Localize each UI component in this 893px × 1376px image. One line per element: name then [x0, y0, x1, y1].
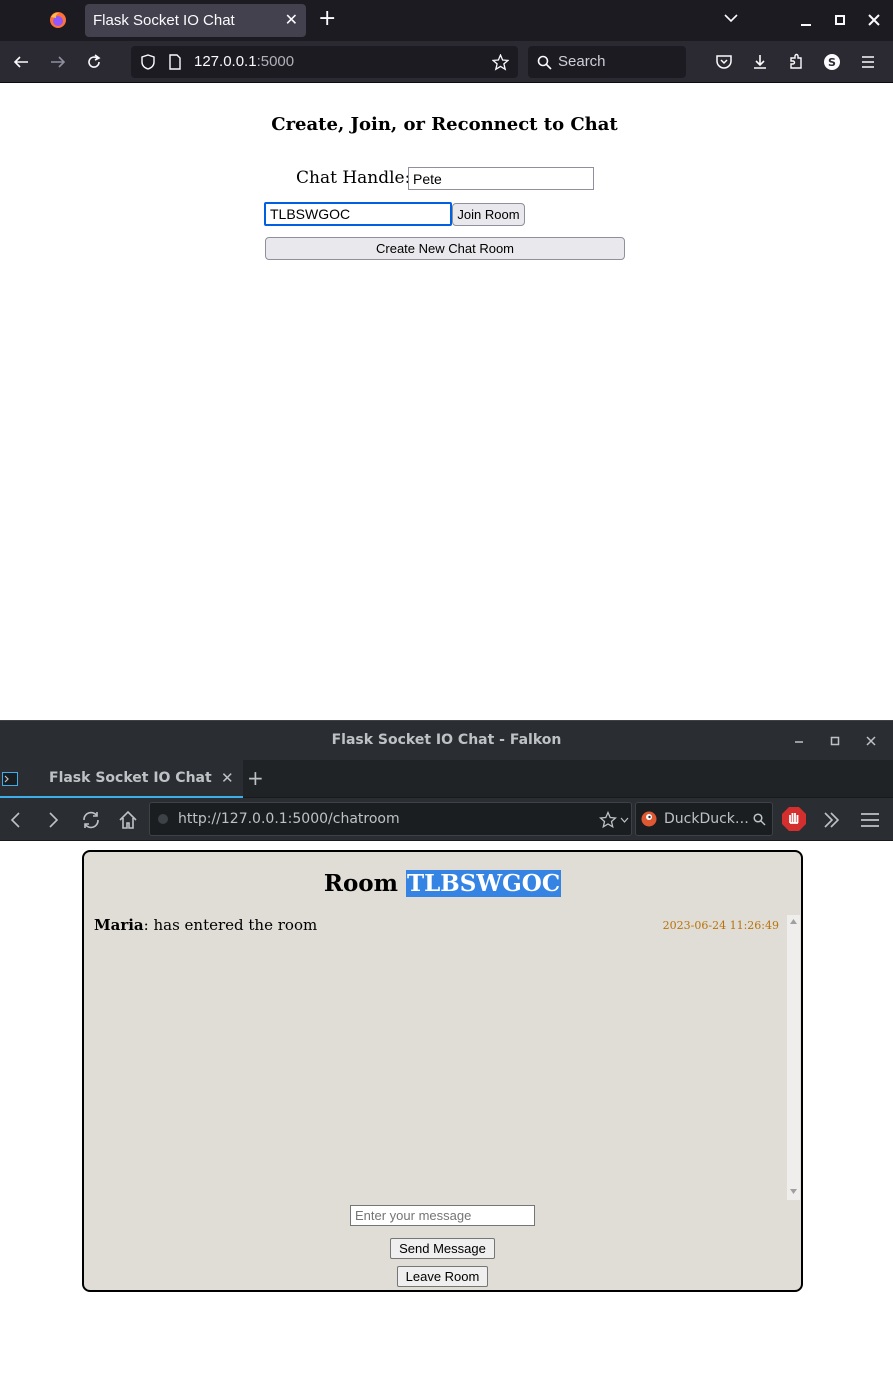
maximize-icon[interactable] [832, 10, 848, 30]
search-engine-label: DuckDuck… [664, 811, 749, 827]
tab-close-icon[interactable]: ✕ [221, 769, 234, 787]
menu-icon[interactable] [859, 809, 881, 831]
close-icon[interactable] [863, 733, 879, 749]
new-tab-icon[interactable]: + [247, 768, 264, 788]
falkon-window: Flask Socket IO Chat - Falkon Flask Sock… [0, 720, 893, 1376]
tab-close-icon[interactable]: ✕ [285, 10, 298, 29]
search-bar[interactable]: DuckDuck… [635, 802, 773, 836]
site-info-icon[interactable] [157, 813, 169, 825]
shield-icon[interactable] [140, 54, 156, 70]
create-room-button[interactable]: Create New Chat Room [265, 237, 625, 260]
minimize-icon[interactable] [791, 733, 807, 749]
search-bar[interactable]: Search [528, 46, 686, 78]
account-icon[interactable]: S [823, 53, 841, 71]
room-code-input[interactable] [264, 202, 452, 226]
message-body: : has entered the room [143, 916, 318, 934]
home-icon[interactable] [117, 809, 139, 831]
bookmark-star-icon[interactable] [492, 54, 509, 71]
page-icon[interactable] [168, 54, 182, 70]
url-bar[interactable]: http://127.0.0.1:5000/chatroom [149, 802, 632, 836]
url-text: 127.0.0.1:5000 [194, 53, 295, 70]
back-arrow-icon[interactable] [12, 53, 30, 71]
search-icon [537, 55, 552, 70]
falkon-page: Room TLBSWGOC Maria: has entered the roo… [0, 842, 893, 1376]
chevron-down-icon[interactable] [620, 816, 629, 824]
tab-flask-chat[interactable]: Flask Socket IO Chat ✕ [0, 760, 243, 798]
window-title: Flask Socket IO Chat - Falkon [331, 732, 562, 748]
scroll-up-icon[interactable] [789, 918, 798, 925]
chat-handle-label: Chat Handle: [296, 168, 411, 188]
duckduckgo-icon [641, 811, 657, 827]
room-prefix: Room [323, 870, 398, 897]
send-message-button[interactable]: Send Message [390, 1238, 495, 1259]
firefox-nav-bar: 127.0.0.1:5000 Search S [0, 41, 893, 83]
forward-arrow-icon[interactable] [42, 809, 64, 831]
firefox-window: Flask Socket IO Chat ✕ + 127.0.0.1:5000 … [0, 0, 893, 720]
message-text: Maria: has entered the room [94, 916, 317, 934]
join-room-button[interactable]: Join Room [452, 203, 525, 226]
url-bar[interactable]: 127.0.0.1:5000 [131, 46, 518, 78]
terminal-favicon-icon [2, 772, 18, 786]
message-timestamp: 2023-06-24 11:26:49 [662, 919, 779, 932]
minimize-icon[interactable] [798, 10, 814, 30]
falkon-nav-bar: http://127.0.0.1:5000/chatroom DuckDuck… [0, 798, 893, 841]
falkon-title-bar: Flask Socket IO Chat - Falkon [0, 720, 893, 760]
chat-handle-input[interactable] [408, 167, 594, 190]
firefox-tab-bar: Flask Socket IO Chat ✕ + [0, 0, 893, 41]
menu-icon[interactable] [859, 53, 877, 71]
list-item: Maria: has entered the room 2023-06-24 1… [90, 915, 787, 937]
message-input[interactable] [350, 1205, 535, 1226]
pocket-icon[interactable] [715, 53, 733, 71]
svg-text:S: S [828, 56, 836, 69]
firefox-page: Create, Join, or Reconnect to Chat Chat … [0, 84, 893, 720]
close-icon[interactable] [866, 10, 882, 30]
double-chevron-right-icon[interactable] [820, 809, 842, 831]
firefox-logo-icon [50, 12, 66, 28]
bookmark-star-icon[interactable] [599, 811, 617, 829]
page-heading: Create, Join, or Reconnect to Chat [271, 114, 618, 135]
url-text: http://127.0.0.1:5000/chatroom [178, 811, 400, 827]
new-tab-icon[interactable]: + [318, 8, 336, 30]
tab-title: Flask Socket IO Chat [49, 770, 212, 786]
maximize-icon[interactable] [827, 733, 843, 749]
message-scrollbar[interactable] [787, 915, 800, 1200]
chat-container: Room TLBSWGOC Maria: has entered the roo… [82, 850, 803, 1292]
message-list[interactable]: Maria: has entered the room 2023-06-24 1… [90, 915, 787, 1200]
search-placeholder: Search [558, 53, 606, 70]
room-heading: Room TLBSWGOC [84, 870, 801, 897]
extensions-icon[interactable] [787, 53, 805, 71]
scroll-down-icon[interactable] [789, 1188, 798, 1195]
back-arrow-icon[interactable] [5, 809, 27, 831]
tab-flask-chat[interactable]: Flask Socket IO Chat ✕ [85, 4, 306, 37]
falkon-tab-bar: Flask Socket IO Chat ✕ + [0, 760, 893, 798]
download-icon[interactable] [751, 53, 769, 71]
leave-room-button[interactable]: Leave Room [397, 1266, 488, 1287]
reload-icon[interactable] [80, 809, 102, 831]
message-user: Maria [94, 916, 144, 934]
forward-arrow-icon[interactable] [49, 53, 67, 71]
room-code-selected: TLBSWGOC [406, 870, 562, 897]
adblock-icon[interactable] [781, 806, 807, 832]
chevron-down-icon[interactable] [723, 10, 739, 26]
reload-icon[interactable] [85, 53, 103, 71]
search-icon[interactable] [753, 813, 766, 826]
tab-title: Flask Socket IO Chat [93, 12, 235, 29]
